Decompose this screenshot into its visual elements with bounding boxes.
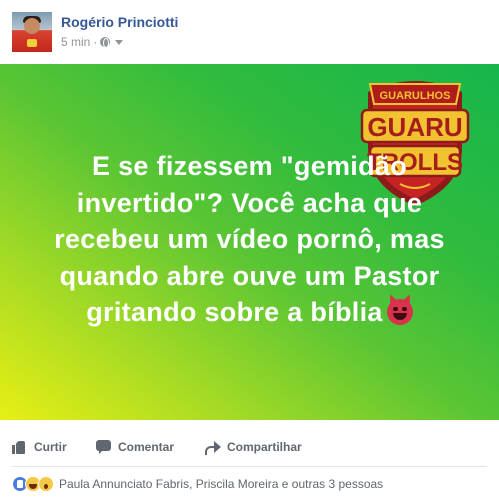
post-image-text: E se fizessem "gemidão invertido"? Você … [40, 148, 459, 331]
post-meta: 5 min · [61, 35, 124, 49]
comment-label: Comentar [118, 440, 175, 454]
divider [12, 466, 487, 467]
caret-down-icon[interactable] [115, 39, 124, 45]
reactions-bar[interactable]: Paula Annunciato Fabris, Priscila Moreir… [12, 475, 383, 493]
comment-button[interactable]: Comentar [96, 440, 174, 454]
comment-icon [96, 440, 112, 454]
like-label: Curtir [34, 440, 67, 454]
avatar-shirt-logo [27, 39, 37, 47]
meta-separator: · [93, 35, 98, 49]
globe-icon [100, 37, 111, 48]
avatar[interactable] [12, 12, 52, 52]
like-button[interactable]: Curtir [12, 440, 67, 454]
logo-middle-text: GUARU [367, 112, 462, 142]
author-name[interactable]: Rogério Princiotti [61, 14, 178, 30]
post-header: Rogério Princiotti 5 min · [0, 0, 499, 64]
post-timestamp[interactable]: 5 min [61, 35, 90, 49]
wow-reaction-icon [38, 476, 54, 492]
post-image-text-content: E se fizessem "gemidão invertido"? Você … [54, 151, 445, 327]
share-label: Compartilhar [227, 440, 302, 454]
devil-icon [386, 292, 414, 325]
thumbs-up-icon [12, 440, 28, 454]
share-icon [205, 440, 221, 455]
logo-top-text: GUARULHOS [380, 90, 451, 102]
post-actions: Curtir Comentar Compartilhar [0, 432, 499, 462]
share-button[interactable]: Compartilhar [205, 440, 302, 455]
avatar-face [24, 18, 40, 34]
post-image[interactable]: GUARULHOS GUARU TROLLS E se fizessem "ge… [0, 64, 499, 420]
reactions-summary[interactable]: Paula Annunciato Fabris, Priscila Moreir… [59, 477, 383, 491]
